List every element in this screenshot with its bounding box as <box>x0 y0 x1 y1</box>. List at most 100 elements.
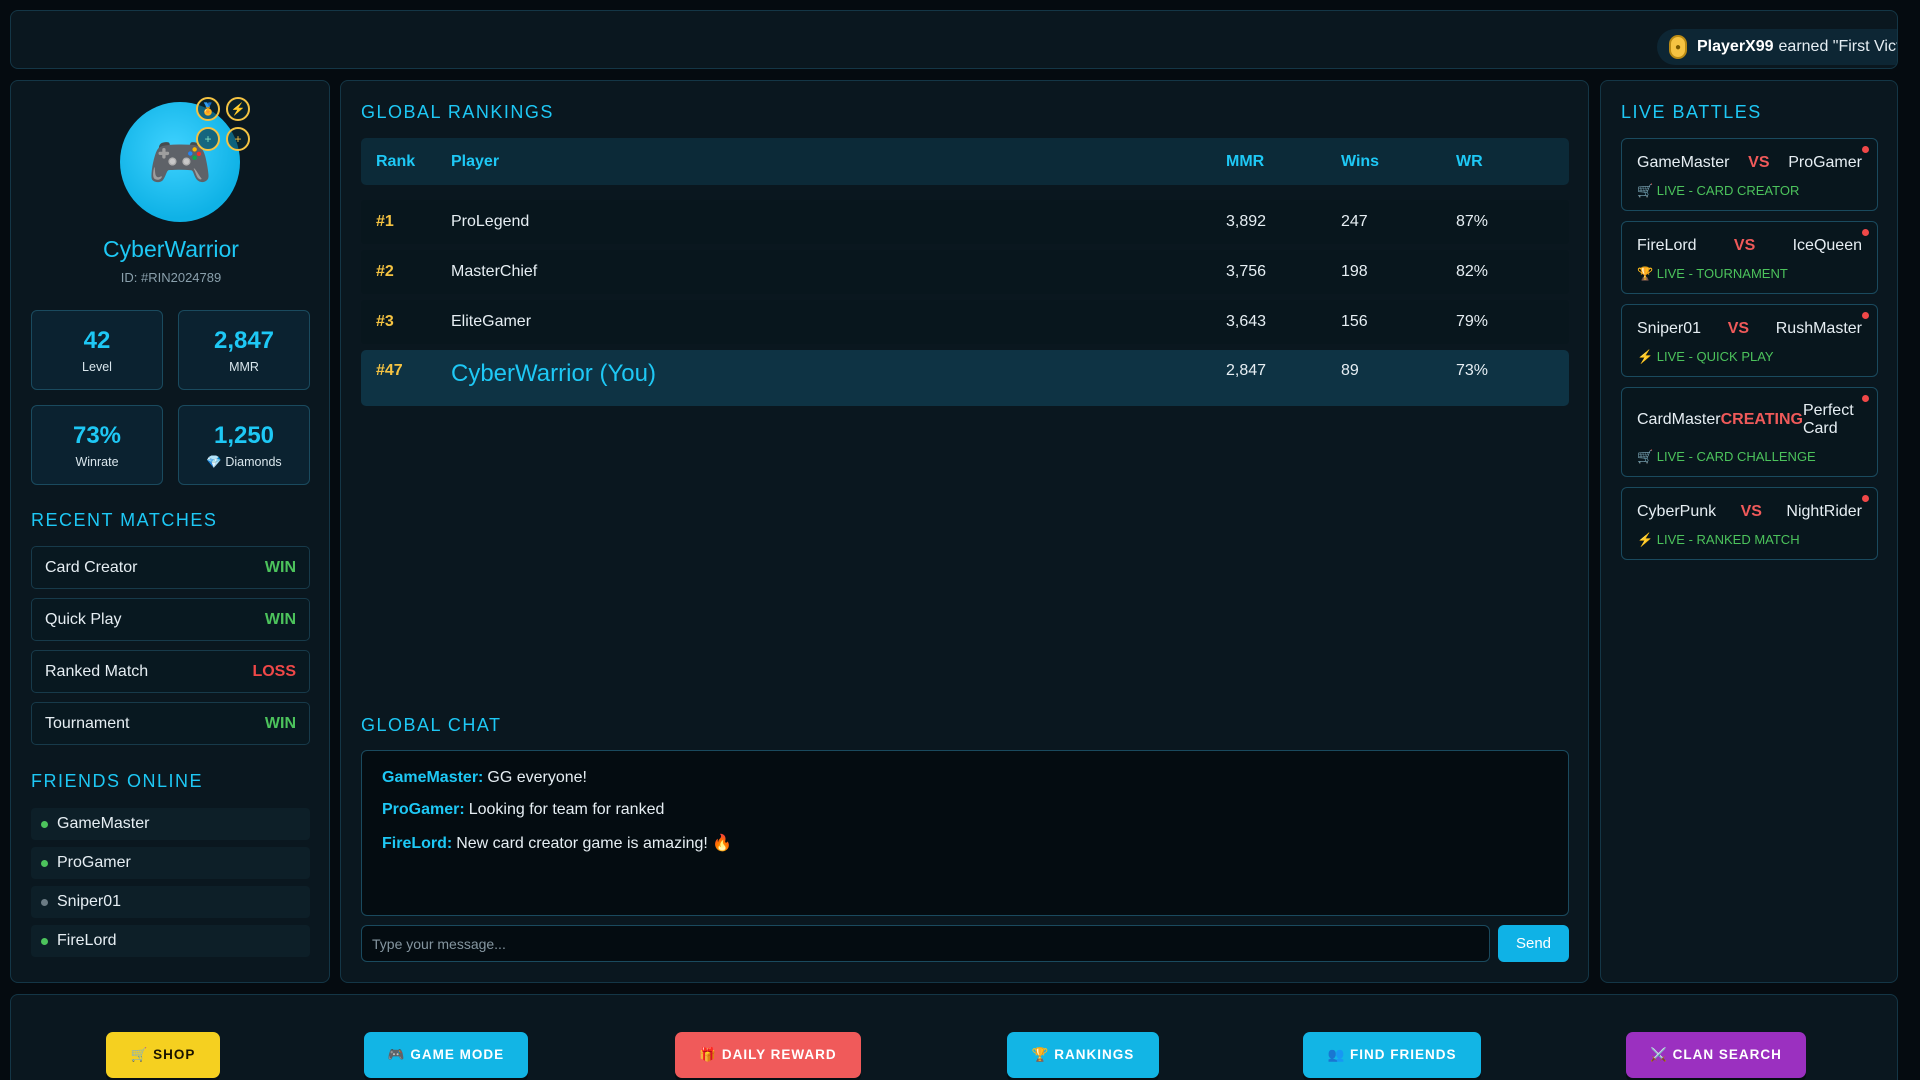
live-indicator-icon <box>1862 229 1869 236</box>
friend-name: ProGamer <box>57 854 131 871</box>
daily-reward-button[interactable]: 🎁 DAILY REWARD <box>675 1032 861 1078</box>
global-chat-title: GLOBAL CHAT <box>361 715 502 735</box>
match-item[interactable]: Card Creator WIN <box>31 546 310 589</box>
friends-online-title: FRIENDS ONLINE <box>31 771 204 791</box>
chat-messages[interactable]: GameMaster: GG everyone! ProGamer: Looking… <box>361 750 1569 916</box>
vs-label: VS <box>1727 320 1750 337</box>
vs-label: VS <box>1740 503 1762 520</box>
cell-mmr: 3,756 <box>1226 263 1267 280</box>
player-two: IceQueen <box>1792 237 1862 254</box>
battle-card[interactable]: FireLord VS IceQueen 🏆 LIVE - TOURNAMENT <box>1621 221 1878 294</box>
friend-name: Sniper01 <box>57 893 122 910</box>
cell-player: MasterChief <box>451 263 538 280</box>
stat-value: 2,847 <box>213 327 275 354</box>
battle-mode: ⚡ LIVE - RANKED MATCH <box>1637 532 1800 547</box>
battle-card[interactable]: Sniper01 VS RushMaster ⚡ LIVE - QUICK PL… <box>1621 304 1878 377</box>
cell-wins: 247 <box>1341 213 1368 230</box>
cell-rank: #1 <box>376 213 394 230</box>
stat-diamonds: 1,250 💎 Diamonds <box>178 405 310 485</box>
plus-icon[interactable]: + <box>196 127 220 151</box>
table-header: Rank Player MMR Wins WR <box>361 138 1569 185</box>
chat-text: New card creator game is amazing! 🔥 <box>456 835 733 852</box>
match-item[interactable]: Quick Play WIN <box>31 598 310 641</box>
cell-wr: 82% <box>1456 263 1489 280</box>
chat-text: Looking for team for ranked <box>468 801 665 818</box>
battle-card[interactable]: GameMaster VS ProGamer 🛒 LIVE - CARD CRE… <box>1621 138 1878 211</box>
column-header-player[interactable]: Player <box>451 153 1226 171</box>
live-indicator-icon <box>1862 395 1869 402</box>
cell-wins: 89 <box>1341 362 1359 379</box>
send-button[interactable]: Send <box>1498 925 1569 962</box>
chat-user[interactable]: FireLord: <box>382 835 452 852</box>
stat-level: 42 Level <box>31 310 163 390</box>
player-one: FireLord <box>1637 237 1697 254</box>
chat-message: FireLord: New card creator game is amazin… <box>382 833 1548 853</box>
cell-player: ProLegend <box>451 213 530 230</box>
column-header-wr[interactable]: WR <box>1456 153 1556 171</box>
friend-item[interactable]: GameMaster <box>31 808 310 840</box>
global-rankings-title: GLOBAL RANKINGS <box>361 102 554 122</box>
cell-mmr: 3,643 <box>1226 313 1267 330</box>
live-battles-title: LIVE BATTLES <box>1621 102 1762 122</box>
chat-message: GameMaster: GG everyone! <box>382 769 1548 787</box>
live-battles-panel: LIVE BATTLES GameMaster VS ProGamer 🛒 LI… <box>1600 80 1898 983</box>
cell-wr: 79% <box>1456 313 1489 330</box>
column-header-rank[interactable]: Rank <box>361 153 451 171</box>
column-header-wins[interactable]: Wins <box>1341 153 1456 171</box>
chat-input[interactable] <box>361 925 1490 962</box>
ticker-text: earned "First Victor <box>1778 38 1897 55</box>
cell-wins: 156 <box>1341 313 1368 330</box>
main-panel: GLOBAL RANKINGS Rank Player MMR Wins WR … <box>340 80 1589 983</box>
battle-players: GameMaster VS ProGamer <box>1637 154 1862 172</box>
stat-label: Winrate <box>75 455 119 469</box>
battle-mode: 🛒 LIVE - CARD CREATOR <box>1637 183 1800 198</box>
match-name: Ranked Match <box>45 662 149 680</box>
friend-item[interactable]: ProGamer <box>31 847 310 879</box>
battle-players: Sniper01 VS RushMaster <box>1637 320 1862 338</box>
match-result: WIN <box>264 558 296 576</box>
live-indicator-icon <box>1862 312 1869 319</box>
profile-id: ID: #RIN2024789 <box>120 270 222 285</box>
recent-matches-title: RECENT MATCHES <box>31 510 218 530</box>
player-two: NightRider <box>1786 503 1862 520</box>
match-name: Tournament <box>45 714 130 732</box>
game-mode-button[interactable]: 🎮 GAME MODE <box>364 1032 528 1078</box>
chat-text: GG everyone! <box>487 769 587 786</box>
cell-wr: 87% <box>1456 213 1489 230</box>
cell-player: CyberWarrior (You) <box>451 360 656 387</box>
column-header-mmr[interactable]: MMR <box>1226 153 1341 171</box>
table-row-current-user[interactable]: #47 CyberWarrior (You) 2,847 89 73% <box>361 350 1569 406</box>
stat-value: 1,250 <box>213 422 275 449</box>
match-result: LOSS <box>252 662 296 680</box>
friend-item[interactable]: Sniper01 <box>31 886 310 918</box>
status-dot <box>41 820 48 828</box>
find-friends-button[interactable]: 👥 FIND FRIENDS <box>1303 1032 1481 1078</box>
table-row[interactable]: #2 MasterChief 3,756 198 82% <box>361 250 1569 294</box>
table-row[interactable]: #3 EliteGamer 3,643 156 79% <box>361 300 1569 344</box>
friend-name: GameMaster <box>57 815 150 832</box>
stat-label: Level <box>82 360 112 374</box>
shop-button[interactable]: 🛒 SHOP <box>106 1032 220 1078</box>
rankings-button[interactable]: 🏆 RANKINGS <box>1007 1032 1159 1078</box>
coin-icon: ● <box>1669 35 1687 59</box>
avatar[interactable]: 🎮 <box>120 102 240 222</box>
player-one: CardMaster <box>1637 411 1721 428</box>
lightning-icon[interactable]: ⚡ <box>226 97 250 121</box>
plus-icon[interactable]: + <box>226 127 250 151</box>
cell-wins: 198 <box>1341 263 1368 280</box>
medal-icon[interactable]: 🏅 <box>196 97 220 121</box>
friend-item[interactable]: FireLord <box>31 925 310 957</box>
stat-mmr: 2,847 MMR <box>178 310 310 390</box>
match-item[interactable]: Tournament WIN <box>31 702 310 745</box>
cell-rank: #47 <box>376 362 403 379</box>
cell-wr: 73% <box>1456 362 1489 379</box>
chat-user[interactable]: GameMaster: <box>382 769 483 786</box>
chat-user[interactable]: ProGamer: <box>382 801 465 818</box>
table-row[interactable]: #1 ProLegend 3,892 247 87% <box>361 200 1569 244</box>
match-item[interactable]: Ranked Match LOSS <box>31 650 310 693</box>
battle-card[interactable]: CyberPunk VS NightRider ⚡ LIVE - RANKED … <box>1621 487 1878 560</box>
stat-value: 73% <box>72 422 122 449</box>
battle-card[interactable]: CardMasterCREATING Perfect Card 🛒 LIVE -… <box>1621 387 1878 477</box>
player-one: GameMaster <box>1637 154 1730 171</box>
clan-search-button[interactable]: ⚔️ CLAN SEARCH <box>1626 1032 1806 1078</box>
